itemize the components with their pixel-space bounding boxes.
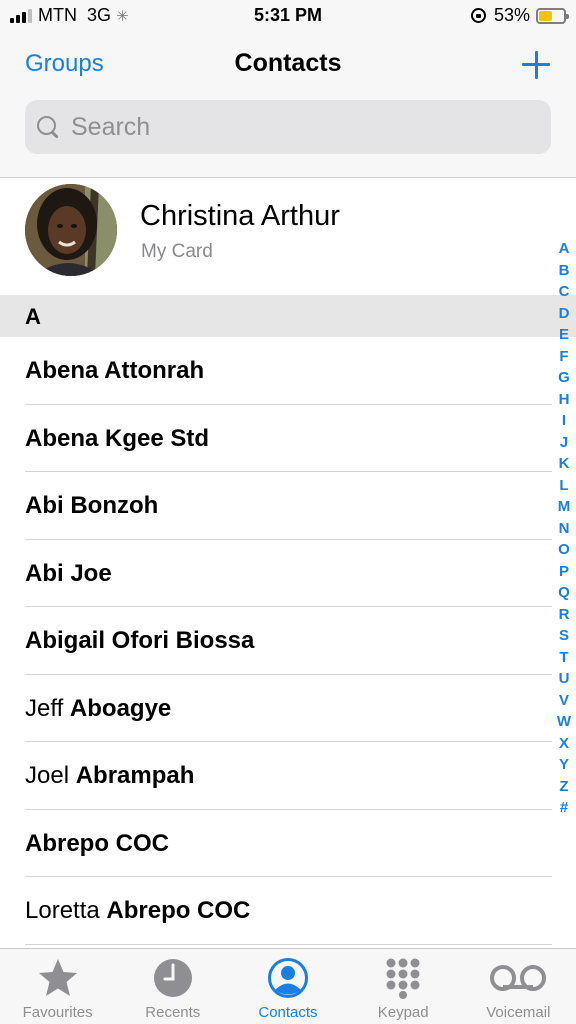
contact-last-name: Abrampah	[75, 762, 195, 789]
index-letter[interactable]: P	[559, 561, 569, 583]
my-card-name: Christina Arthur	[140, 200, 340, 232]
index-letter[interactable]: J	[560, 432, 568, 454]
index-letter[interactable]: F	[559, 346, 568, 368]
contact-last-name: Abrepo COC	[106, 897, 251, 924]
tab-voicemail[interactable]: Voicemail	[461, 949, 576, 1024]
index-letter[interactable]: #	[560, 797, 568, 819]
status-right: 53%	[470, 5, 569, 26]
index-letter[interactable]: A	[559, 238, 570, 260]
contact-row[interactable]: Jeff Aboagye	[0, 675, 576, 743]
section-header: A	[0, 295, 576, 337]
contact-row[interactable]: Abi Joe	[0, 540, 576, 608]
nav-header: Groups Contacts	[0, 34, 576, 178]
index-letter[interactable]: I	[562, 410, 566, 432]
my-card[interactable]: Christina Arthur My Card	[0, 179, 552, 295]
rotation-lock-icon	[470, 8, 486, 23]
contact-first-name: Jeff	[25, 694, 70, 722]
index-letter[interactable]: Y	[559, 754, 569, 776]
contact-last-name: Abigail Ofori Biossa	[25, 627, 255, 654]
contact-last-name: Abena Attonrah	[25, 357, 205, 384]
contact-last-name: Aboagye	[69, 694, 172, 722]
index-letter[interactable]: N	[559, 518, 570, 540]
index-letter[interactable]: K	[559, 453, 570, 475]
status-bar: MTN 3G ✳ 5:31 PM 53%	[0, 0, 576, 34]
index-letter[interactable]: X	[559, 733, 569, 755]
index-letter[interactable]: Z	[559, 776, 568, 798]
battery-percent: 53%	[493, 5, 530, 25]
index-letter[interactable]: M	[558, 496, 571, 518]
index-letter[interactable]: E	[559, 324, 569, 346]
index-letter[interactable]: H	[559, 389, 570, 411]
index-letter[interactable]: V	[559, 690, 569, 712]
tab-bar: Favourites Recents Contacts Keypad Voice…	[0, 948, 576, 1024]
star-icon	[38, 959, 77, 996]
contact-last-name: Abi Joe	[25, 559, 112, 587]
index-letter[interactable]: T	[559, 647, 568, 669]
contact-row[interactable]: Abi Bonzoh	[0, 472, 576, 540]
index-letter[interactable]: D	[559, 303, 570, 325]
contact-row[interactable]: Abena Kgee Std	[0, 405, 576, 473]
tab-label: Recents	[145, 1004, 201, 1021]
page-title: Contacts	[234, 49, 342, 77]
add-contact-button[interactable]	[522, 51, 550, 79]
contact-last-name: Abi Bonzoh	[25, 492, 159, 519]
contact-row[interactable]: Abigail Ofori Biossa	[0, 607, 576, 675]
tab-label: Keypad	[377, 1004, 429, 1021]
index-letter[interactable]: L	[559, 475, 568, 497]
person-icon	[267, 958, 308, 998]
contact-row[interactable]: Abena Attonrah	[0, 337, 576, 405]
contact-row[interactable]: Joel Abrampah	[0, 742, 576, 810]
contact-last-name: Abrepo COC	[25, 829, 169, 857]
index-letter[interactable]: U	[559, 668, 570, 690]
index-letter[interactable]: C	[559, 281, 570, 303]
contact-row[interactable]: Loretta Abrepo COC	[0, 877, 576, 945]
keypad-icon	[386, 958, 420, 999]
search-bar[interactable]	[25, 100, 551, 154]
tab-label: Contacts	[258, 1004, 318, 1021]
contact-last-name: Abena Kgee Std	[25, 424, 210, 452]
section-letter: A	[25, 304, 41, 329]
my-card-subtitle: My Card	[141, 241, 213, 262]
contact-first-name: Loretta	[25, 897, 107, 924]
search-icon	[37, 116, 59, 138]
avatar	[25, 184, 117, 276]
index-letter[interactable]: O	[558, 539, 570, 561]
contact-list: Abena Attonrah Abena Kgee Std Abi Bonzoh…	[0, 337, 576, 945]
index-letter[interactable]: Q	[558, 582, 570, 604]
contact-row[interactable]: Abrepo COC	[0, 810, 576, 878]
index-letter[interactable]: R	[559, 604, 570, 626]
tab-recents[interactable]: Recents	[115, 949, 230, 1024]
tab-label: Favourites	[22, 1004, 93, 1021]
contact-first-name: Joel	[25, 762, 76, 789]
tab-label: Voicemail	[486, 1004, 551, 1021]
index-letter[interactable]: W	[557, 711, 571, 733]
alphabet-index[interactable]: A B C D E F G H I J K L M N O P Q R S T U V W X Y Z #	[552, 238, 576, 819]
battery-icon	[536, 7, 569, 24]
clock-icon	[153, 959, 192, 997]
tab-favourites[interactable]: Favourites	[0, 949, 115, 1024]
voicemail-icon	[490, 965, 547, 991]
tab-keypad[interactable]: Keypad	[346, 949, 461, 1024]
index-letter[interactable]: G	[558, 367, 570, 389]
index-letter[interactable]: S	[559, 625, 569, 647]
tab-contacts[interactable]: Contacts	[230, 949, 345, 1024]
index-letter[interactable]: B	[559, 260, 570, 282]
search-input[interactable]	[71, 112, 511, 142]
